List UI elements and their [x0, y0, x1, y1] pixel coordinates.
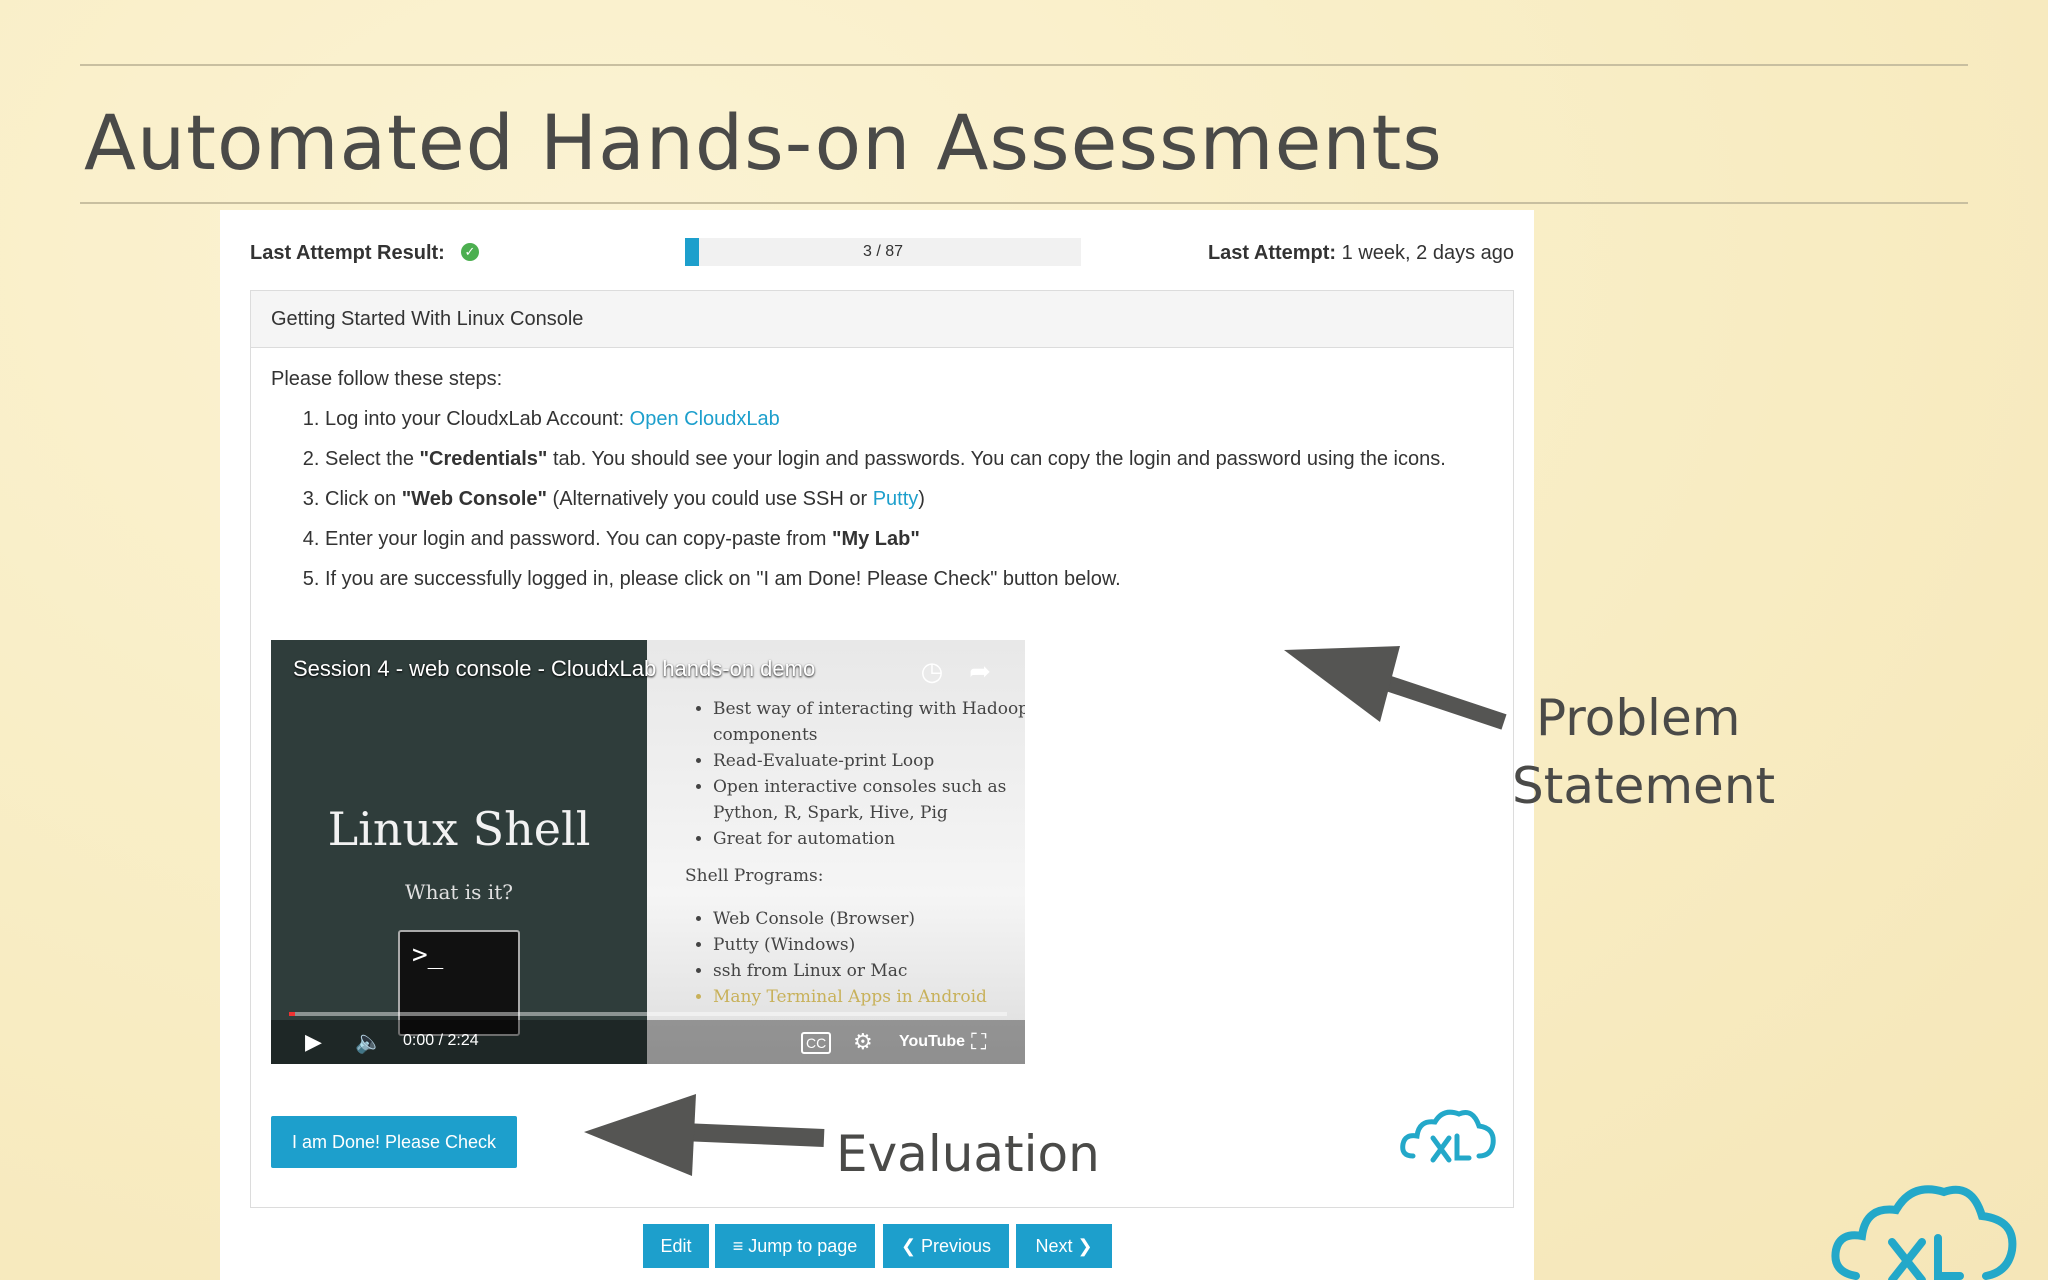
gear-icon[interactable]: ⚙	[853, 1028, 873, 1056]
cloudxlab-logo-icon	[1400, 1109, 1496, 1163]
next-button[interactable]: Next ❯	[1016, 1224, 1112, 1268]
step-1: Log into your CloudxLab Account: Open Cl…	[325, 405, 1493, 433]
problem-card: Getting Started With Linux Console Pleas…	[250, 290, 1514, 1208]
video-controls: ▶ 🔈 0:00 / 2:24 CC ⚙ YouTube ⛶	[271, 1020, 1025, 1064]
step-3-bold: "Web Console"	[401, 488, 547, 510]
evaluation-annotation: Evaluation	[836, 1125, 1100, 1183]
check-circle-icon: ✓	[461, 243, 479, 261]
shell-title: Linux Shell	[327, 802, 591, 856]
step-2: Select the "Credentials" tab. You should…	[325, 445, 1493, 473]
list-item: ssh from Linux or Mac	[713, 958, 1025, 984]
step-1-text: Log into your CloudxLab Account:	[325, 408, 630, 430]
play-icon[interactable]: ▶	[305, 1028, 322, 1056]
video-player[interactable]: Session 4 - web console - CloudxLab hand…	[271, 640, 1025, 1064]
youtube-logo[interactable]: YouTube	[899, 1028, 965, 1056]
previous-button[interactable]: ❮ Previous	[883, 1224, 1009, 1268]
step-3-text-mid: (Alternatively you could use SSH or	[546, 488, 873, 510]
assessment-topbar: Last Attempt Result: ✓ 3 / 87 Last Attem…	[220, 210, 1534, 290]
volume-icon[interactable]: 🔈	[355, 1028, 382, 1056]
step-3: Click on "Web Console" (Alternatively yo…	[325, 485, 1493, 513]
slide-title: Automated Hands-on Assessments	[84, 98, 1443, 187]
cloudxlab-corner-logo-icon	[1831, 1185, 2017, 1280]
problem-label-line1: Problem	[1536, 689, 1741, 747]
last-attempt: Last Attempt: 1 week, 2 days ago	[1208, 242, 1514, 265]
list-item: Best way of interacting with Hadoop comp…	[713, 696, 1025, 748]
problem-card-header: Getting Started With Linux Console	[251, 291, 1513, 348]
last-attempt-label: Last Attempt:	[1207, 242, 1337, 264]
shell-bullets: Best way of interacting with Hadoop comp…	[691, 696, 1025, 852]
step-5-text: If you are successfully logged in, pleas…	[325, 568, 1121, 590]
list-item: Putty (Windows)	[713, 932, 1025, 958]
video-scrub-bar[interactable]	[289, 1012, 1007, 1016]
share-arrow-icon[interactable]: ➦	[965, 656, 995, 686]
step-3-text: Click on	[325, 488, 402, 510]
shell-subtitle: What is it?	[405, 880, 513, 904]
title-rule	[80, 202, 1968, 204]
list-item: Read-Evaluate-print Loop	[713, 748, 1025, 774]
evaluation-arrow-icon	[584, 1094, 825, 1176]
list-item: Great for automation	[713, 826, 1025, 852]
progress-text: 3 / 87	[862, 243, 904, 260]
putty-link[interactable]: Putty	[873, 488, 919, 510]
step-4: Enter your login and password. You can c…	[325, 525, 1493, 553]
video-title[interactable]: Session 4 - web console - CloudxLab hand…	[293, 656, 815, 682]
captions-icon[interactable]: CC	[801, 1032, 832, 1054]
video-scrub-progress	[289, 1012, 295, 1016]
jump-to-page-button[interactable]: ≡ Jump to page	[715, 1224, 875, 1268]
fullscreen-icon[interactable]: ⛶	[971, 1028, 986, 1056]
steps-intro: Please follow these steps:	[271, 368, 503, 390]
problem-arrow-icon	[1284, 646, 1507, 730]
step-2-bold: "Credentials"	[419, 448, 548, 470]
step-4-text: Enter your login and password. You can c…	[325, 528, 832, 550]
step-3-text-post: )	[918, 488, 925, 510]
watch-later-clock-icon[interactable]: ◷	[917, 656, 947, 686]
step-2-text: Select the	[325, 448, 420, 470]
open-cloudxlab-link[interactable]: Open CloudxLab	[630, 408, 780, 430]
problem-statement-annotation: Problem Statement	[1512, 684, 1775, 820]
steps-list: Log into your CloudxLab Account: Open Cl…	[271, 405, 1493, 593]
edit-button[interactable]: Edit	[643, 1224, 709, 1268]
last-attempt-value: 1 week, 2 days ago	[1341, 242, 1514, 264]
list-item: Open interactive consoles such as Python…	[713, 774, 1025, 826]
last-attempt-result-label: Last Attempt Result:	[250, 242, 445, 264]
step-4-bold: "My Lab"	[831, 528, 920, 550]
problem-label-line2: Statement	[1512, 757, 1776, 815]
step-2-text-post: tab. You should see your login and passw…	[547, 448, 1446, 470]
top-rule	[80, 64, 1968, 66]
shell-programs-label: Shell Programs:	[685, 866, 824, 886]
problem-card-body: Please follow these steps: Log into your…	[251, 348, 1513, 1168]
list-item: Many Terminal Apps in Android	[713, 984, 1025, 1010]
progress-bar: 3 / 87	[685, 238, 1081, 266]
shell-programs-list: Web Console (Browser) Putty (Windows) ss…	[691, 906, 1025, 1010]
step-5: If you are successfully logged in, pleas…	[325, 565, 1493, 593]
video-time: 0:00 / 2:24	[403, 1032, 479, 1049]
done-please-check-button[interactable]: I am Done! Please Check	[271, 1116, 517, 1168]
list-item: Web Console (Browser)	[713, 906, 1025, 932]
